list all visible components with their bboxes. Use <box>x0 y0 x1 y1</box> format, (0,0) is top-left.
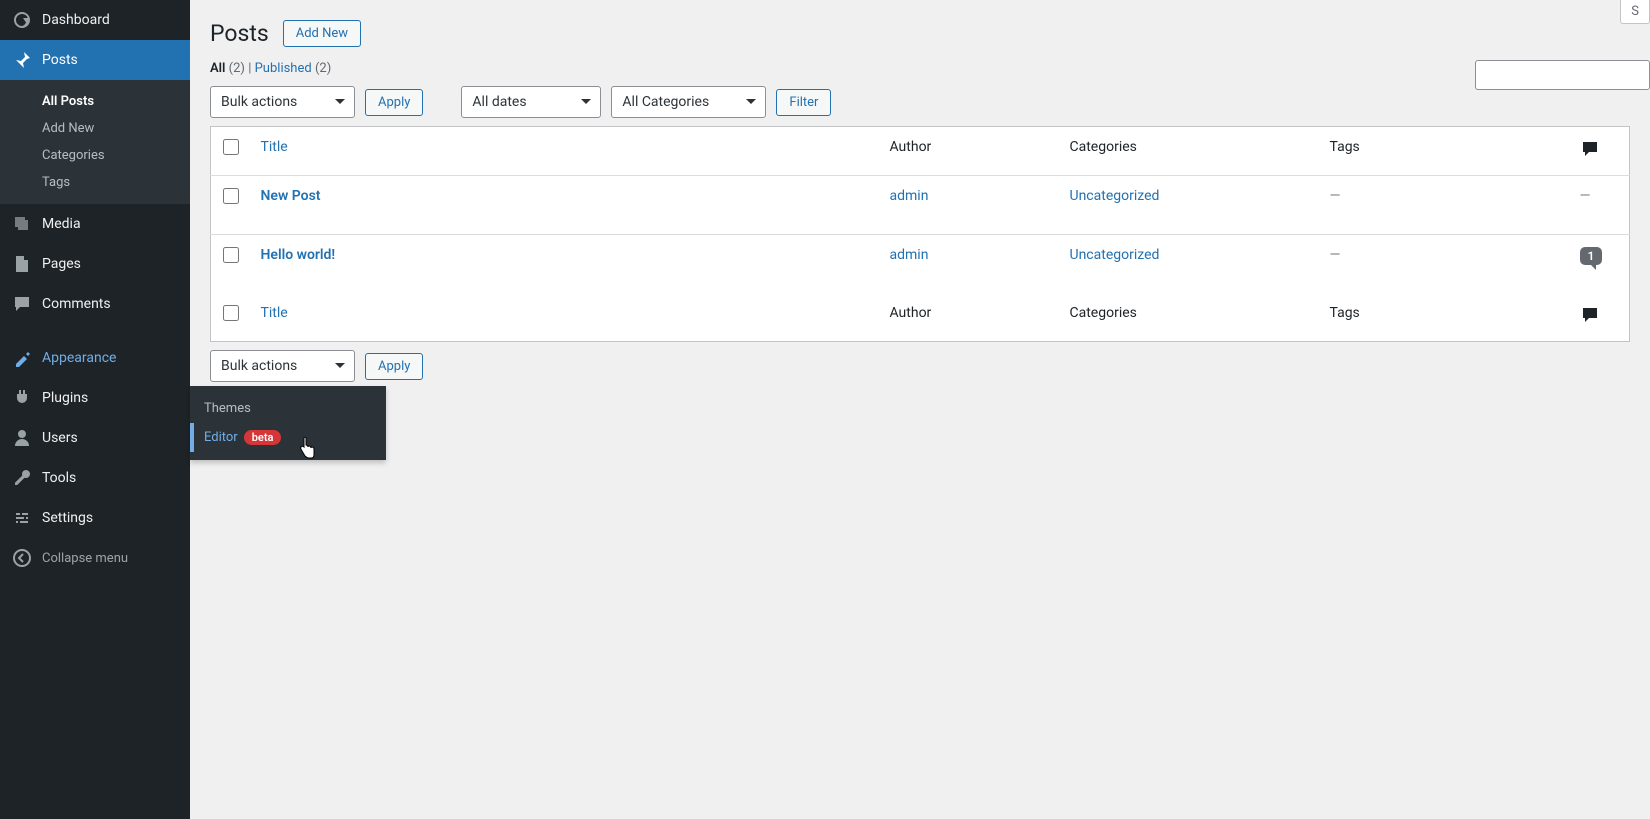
apply-button-bottom[interactable]: Apply <box>365 353 423 380</box>
row-checkbox[interactable] <box>223 188 239 204</box>
nav-tools-label: Tools <box>42 470 76 486</box>
nav-users-label: Users <box>42 430 78 446</box>
nav-comments-label: Comments <box>42 296 111 312</box>
post-title-link[interactable]: Hello world! <box>261 247 336 263</box>
table-row: New Post admin Uncategorized — — <box>211 176 1630 235</box>
col-tags-foot[interactable]: Tags <box>1320 293 1570 342</box>
collapse-icon <box>12 548 32 568</box>
nav-media[interactable]: Media <box>0 204 190 244</box>
nav-comments[interactable]: Comments <box>0 284 190 324</box>
filter-all[interactable]: All (2) <box>210 61 248 76</box>
nav-tools[interactable]: Tools <box>0 458 190 498</box>
col-tags[interactable]: Tags <box>1320 127 1570 176</box>
filter-button[interactable]: Filter <box>776 89 831 116</box>
author-link[interactable]: admin <box>890 188 929 204</box>
comments-icon <box>12 294 32 314</box>
comments-value: — <box>1580 188 1591 204</box>
nav-add-new[interactable]: Add New <box>0 115 190 142</box>
collapse-label: Collapse menu <box>42 551 128 566</box>
comment-count[interactable]: 1 <box>1580 247 1603 265</box>
filter-published[interactable]: Published (2) <box>255 61 332 76</box>
post-title-link[interactable]: New Post <box>261 188 321 204</box>
flyout-editor[interactable]: Editor beta <box>190 423 386 452</box>
nav-posts-submenu: All Posts Add New Categories Tags <box>0 80 190 204</box>
nav-categories[interactable]: Categories <box>0 142 190 169</box>
col-categories[interactable]: Categories <box>1060 127 1320 176</box>
category-link[interactable]: Uncategorized <box>1070 188 1160 204</box>
dates-select[interactable]: All dates <box>461 86 601 118</box>
plugins-icon <box>12 388 32 408</box>
appearance-flyout: Themes Editor beta <box>190 386 386 460</box>
category-link[interactable]: Uncategorized <box>1070 247 1160 263</box>
author-link[interactable]: admin <box>890 247 929 263</box>
nav-pages-label: Pages <box>42 256 81 272</box>
status-filters: All (2) | Published (2) <box>210 61 1630 76</box>
main-content: S Posts Add New All (2) | Published (2) … <box>190 0 1650 819</box>
pin-icon <box>12 50 32 70</box>
tags-value: — <box>1330 188 1341 204</box>
categories-select[interactable]: All Categories <box>611 86 766 118</box>
nav-plugins-label: Plugins <box>42 390 88 406</box>
row-checkbox[interactable] <box>223 247 239 263</box>
nav-dashboard-label: Dashboard <box>42 12 110 28</box>
tags-value: — <box>1330 247 1341 263</box>
col-comments[interactable] <box>1570 127 1630 176</box>
nav-all-posts[interactable]: All Posts <box>0 88 190 115</box>
col-comments-foot[interactable] <box>1570 293 1630 342</box>
nav-dashboard[interactable]: Dashboard <box>0 0 190 40</box>
nav-posts-label: Posts <box>42 52 78 68</box>
flyout-themes[interactable]: Themes <box>190 394 386 423</box>
nav-media-label: Media <box>42 216 81 232</box>
screen-options-tab[interactable]: S <box>1620 0 1650 24</box>
users-icon <box>12 428 32 448</box>
nav-pages[interactable]: Pages <box>0 244 190 284</box>
select-all-bottom[interactable] <box>223 305 239 321</box>
select-all-top[interactable] <box>223 139 239 155</box>
col-author-foot[interactable]: Author <box>880 293 1060 342</box>
appearance-icon <box>12 348 32 368</box>
posts-table: Title Author Categories Tags New Post ad… <box>210 126 1630 342</box>
apply-button-top[interactable]: Apply <box>365 89 423 116</box>
col-author[interactable]: Author <box>880 127 1060 176</box>
nav-appearance-label: Appearance <box>42 350 116 366</box>
tablenav-bottom: Bulk actions Apply <box>210 350 1630 382</box>
page-title: Posts <box>210 20 269 47</box>
dashboard-icon <box>12 10 32 30</box>
beta-badge: beta <box>244 430 282 445</box>
pages-icon <box>12 254 32 274</box>
col-categories-foot[interactable]: Categories <box>1060 293 1320 342</box>
admin-sidebar: Dashboard Posts All Posts Add New Catego… <box>0 0 190 819</box>
flyout-editor-label: Editor <box>204 430 238 445</box>
search-input[interactable] <box>1475 60 1650 90</box>
heading-row: Posts Add New <box>210 20 1630 47</box>
collapse-menu[interactable]: Collapse menu <box>0 538 190 578</box>
pointer-cursor <box>298 437 316 459</box>
tablenav-top: Bulk actions Apply All dates All Categor… <box>210 86 1630 118</box>
nav-posts[interactable]: Posts <box>0 40 190 80</box>
col-title[interactable]: Title <box>251 127 880 176</box>
bulk-actions-select-bottom[interactable]: Bulk actions <box>210 350 355 382</box>
bulk-actions-select[interactable]: Bulk actions <box>210 86 355 118</box>
media-icon <box>12 214 32 234</box>
col-title-foot[interactable]: Title <box>251 293 880 342</box>
settings-icon <box>12 508 32 528</box>
nav-settings[interactable]: Settings <box>0 498 190 538</box>
nav-appearance[interactable]: Appearance <box>0 338 190 378</box>
table-row: Hello world! admin Uncategorized — 1 <box>211 235 1630 294</box>
nav-plugins[interactable]: Plugins <box>0 378 190 418</box>
tools-icon <box>12 468 32 488</box>
nav-settings-label: Settings <box>42 510 93 526</box>
add-new-button[interactable]: Add New <box>283 20 361 47</box>
nav-users[interactable]: Users <box>0 418 190 458</box>
nav-tags[interactable]: Tags <box>0 169 190 196</box>
